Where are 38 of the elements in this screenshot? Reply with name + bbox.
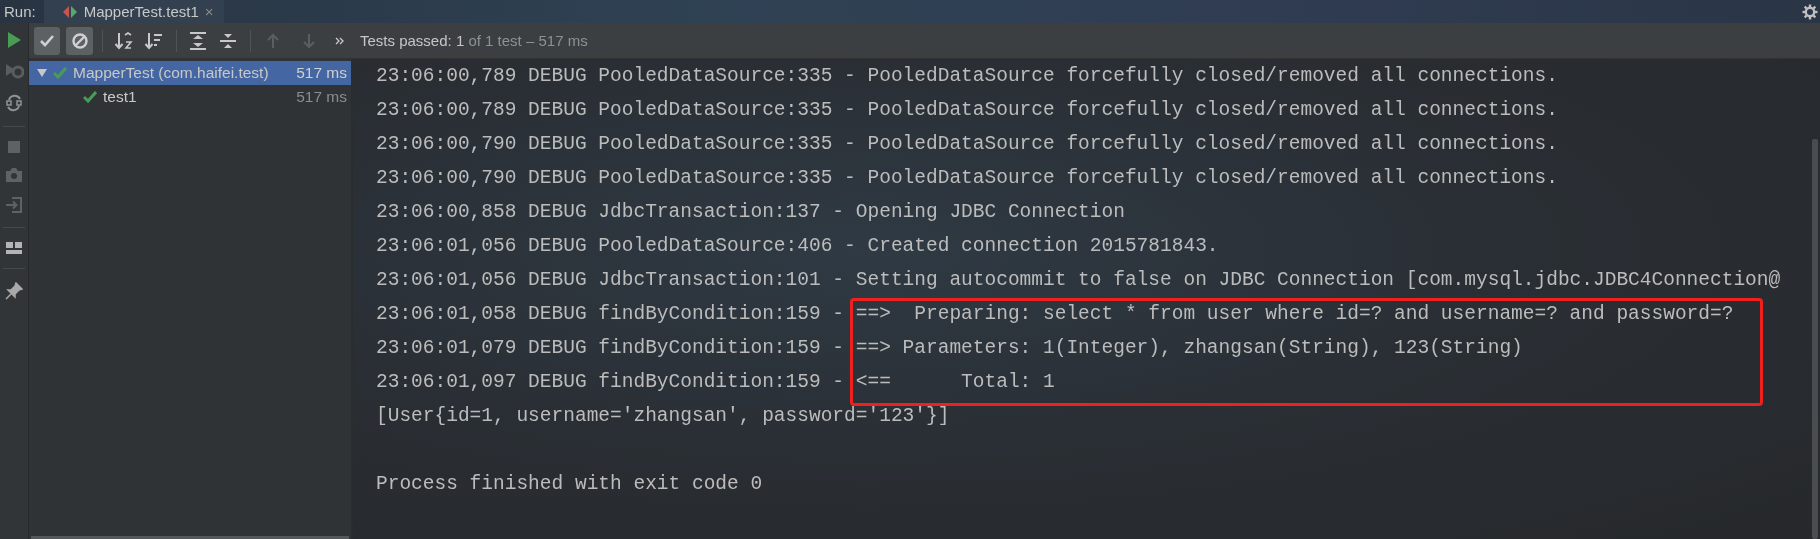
log-line: 23:06:00,790 DEBUG PooledDataSource:335 - PooledDataSource forcefully closed/removed all connections. [376,132,1559,157]
test-name: test1 [103,88,137,106]
log-line: 23:06:00,790 DEBUG PooledDataSource:335 - PooledDataSource forcefully closed/removed all connections. [376,166,1559,191]
log-line: 23:06:00,789 DEBUG PooledDataSource:335 - PooledDataSource forcefully closed/removed all connections. [376,98,1559,123]
cancel-icon [70,31,89,50]
log-line: 23:06:01,056 DEBUG JdbcTransaction:101 - Setting autocommit to false on JDBC Connection [com.mysql.jdbc.JDBC4Connection@ [376,268,1782,293]
test-duration: 517 ms [296,64,347,82]
test-run-icon [61,4,78,19]
test-tree-row[interactable]: test1 517 ms [29,85,351,109]
log-line: 23:06:01,058 DEBUG findByCondition:159 - ==> Preparing: select * from user where id=? and username=? and password=? [376,302,1735,327]
show-passed-toggle[interactable] [34,26,61,55]
settings-icon[interactable] [1802,3,1818,20]
log-line: [User{id=1, username='zhangsan', password='123'}] [376,404,951,429]
layout-icon[interactable] [5,241,23,255]
scrollbar[interactable] [31,536,349,539]
expanded-triangle-icon[interactable] [37,68,47,78]
log-line: 23:06:00,858 DEBUG JdbcTransaction:137 - Opening JDBC Connection [376,200,1126,225]
test-tree-row[interactable]: MapperTest (com.haifei.test) 517 ms [29,61,351,85]
tests-summary-text: of 1 test – 517 ms [468,32,588,49]
run-tab[interactable]: MapperTest.test1 × [43,0,224,23]
run-label: Run: [3,2,37,22]
tests-passed-text: Tests passed: 1 [359,32,466,49]
run-icon[interactable] [5,31,23,49]
show-ignored-toggle[interactable] [66,26,93,55]
test-name: MapperTest (com.haifei.test) [73,64,269,82]
scrollbar[interactable] [1812,139,1818,539]
sort-alphabetically-icon[interactable] [113,30,134,51]
pin-icon[interactable] [5,282,23,300]
chevron-icon[interactable] [334,35,345,46]
log-line: 23:06:01,056 DEBUG PooledDataSource:406 - Created connection 2015781843. [376,234,1220,259]
expand-all-icon[interactable] [188,30,207,51]
test-duration: 517 ms [296,88,347,106]
log-line: 23:06:01,097 DEBUG findByCondition:159 - <== Total: 1 [376,370,1056,395]
log-line: 23:06:00,789 DEBUG PooledDataSource:335 - PooledDataSource forcefully closed/removed all connections. [376,64,1559,89]
toggle-rerun-icon[interactable] [5,93,23,113]
sort-by-duration-icon[interactable] [144,30,165,51]
log-line: Process finished with exit code 0 [376,472,764,497]
log-line: 23:06:01,079 DEBUG findByCondition:159 - ==> Parameters: 1(Integer), zhangsan(String), 123(String) [376,336,1524,361]
